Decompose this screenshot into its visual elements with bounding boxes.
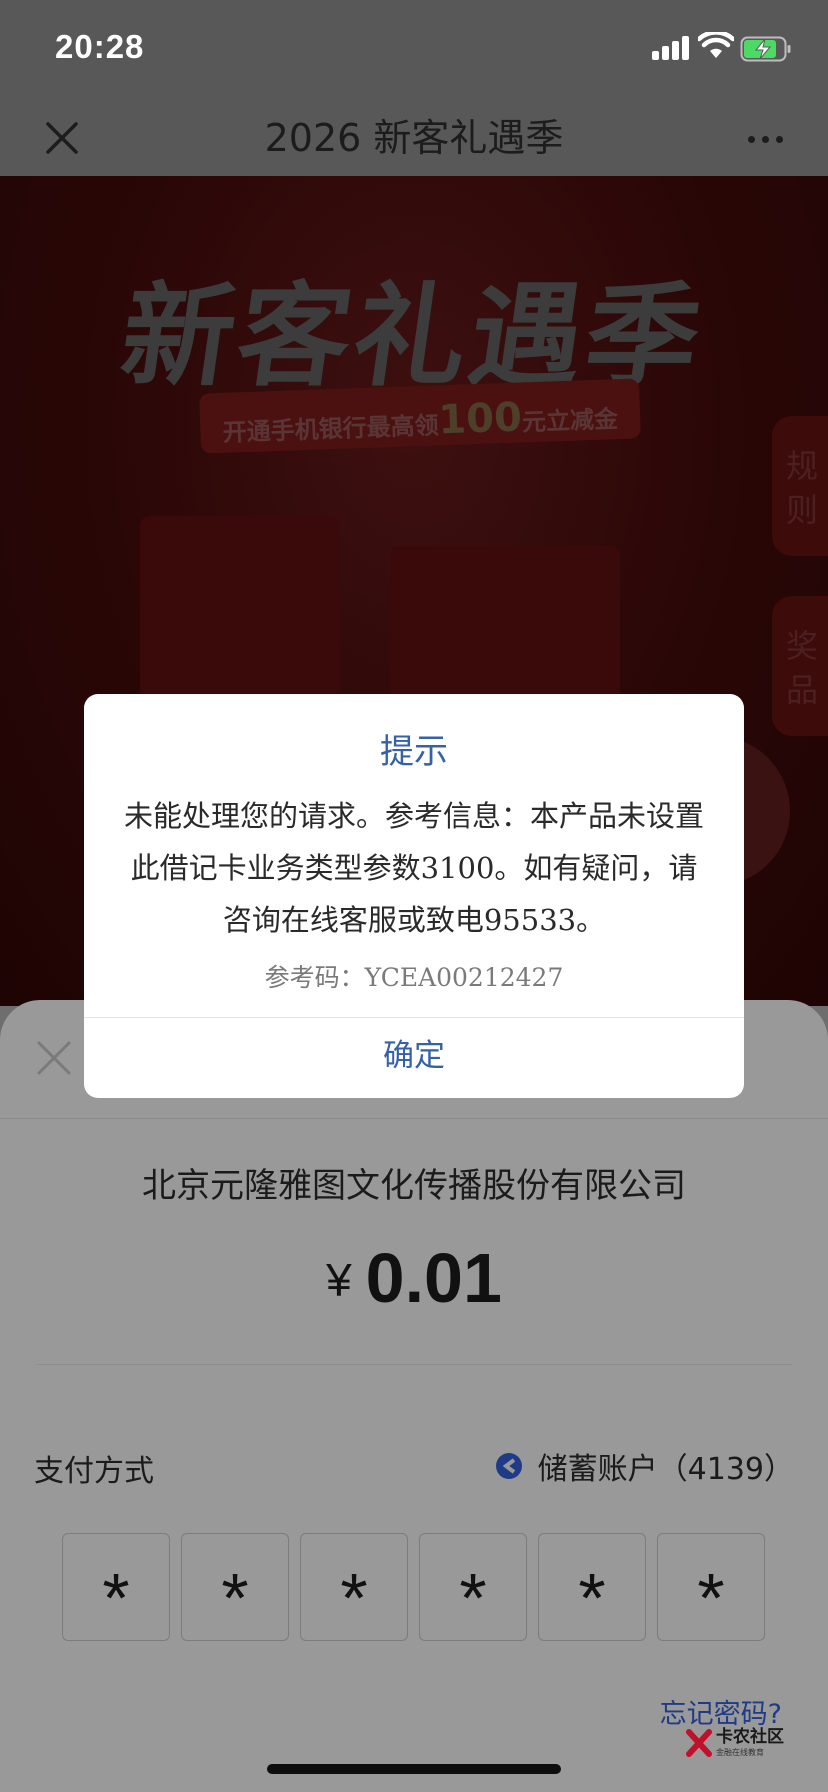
pin-digit-box[interactable]: *	[300, 1533, 408, 1641]
merchant-name: 北京元隆雅图文化传播股份有限公司	[142, 1166, 686, 1206]
wifi-icon	[698, 32, 734, 58]
pin-digit-box[interactable]: *	[181, 1533, 289, 1641]
payment-account-selector[interactable]: 储蓄账户（4139）	[494, 1444, 794, 1488]
status-bar: 20:28	[0, 0, 828, 100]
watermark-logo: 卡农社区 金融在线教育	[686, 1727, 796, 1761]
confirm-button[interactable]: 确定	[84, 1018, 744, 1098]
payment-sheet: 北京元隆雅图文化传播股份有限公司 ¥0.01 支付方式 储蓄账户（4139） *…	[0, 1000, 828, 1792]
password-input[interactable]: * * * * * *	[62, 1533, 766, 1641]
forgot-password-link[interactable]: 忘记密码?	[660, 1692, 782, 1731]
dialog-reference-code: 参考码：YCEA00212427	[264, 963, 564, 992]
pin-digit-box[interactable]: *	[657, 1533, 765, 1641]
payment-method-label: 支付方式	[34, 1454, 154, 1489]
more-options-icon[interactable]	[744, 118, 788, 158]
prizes-tab[interactable]: 奖品	[772, 596, 828, 736]
payment-amount: ¥0.01	[0, 1238, 828, 1318]
amount-value: 0.01	[365, 1239, 502, 1317]
watermark-name: 卡农社区	[716, 1727, 784, 1747]
dialog-message: 未能处理您的请求。参考信息：本产品未设置此借记卡业务类型参数3100。如有疑问，…	[123, 799, 704, 937]
payment-account: 储蓄账户（4139）	[537, 1452, 794, 1487]
navigation-bar: 2026 新客礼遇季	[0, 100, 828, 176]
status-time: 20:28	[55, 28, 145, 65]
watermark-icon	[686, 1729, 712, 1757]
banner-subtitle-amount: 100	[437, 394, 523, 444]
banner-subtitle-post: 元立减金	[521, 405, 619, 437]
close-icon[interactable]	[36, 1040, 72, 1076]
page-title: 2026 新客礼遇季	[264, 116, 564, 160]
pin-digit-box[interactable]: *	[538, 1533, 646, 1641]
watermark-tagline: 金融在线教育	[716, 1748, 764, 1757]
home-indicator[interactable]	[267, 1764, 561, 1774]
rules-tab[interactable]: 规则	[772, 416, 828, 556]
gift-box-image	[140, 516, 340, 716]
banner-title: 新客礼遇季	[113, 272, 712, 402]
battery-charging-icon	[740, 36, 791, 62]
alert-dialog: 提示 未能处理您的请求。参考信息：本产品未设置此借记卡业务类型参数3100。如有…	[84, 694, 744, 1098]
divider	[0, 1118, 828, 1119]
pin-digit-box[interactable]: *	[62, 1533, 170, 1641]
banner-subtitle-pre: 开通手机银行最高领	[222, 411, 440, 447]
divider	[36, 1364, 792, 1365]
currency-symbol: ¥	[326, 1254, 352, 1306]
cellular-signal-icon	[652, 36, 692, 60]
dialog-title: 提示	[380, 732, 448, 772]
bank-logo-icon	[495, 1453, 522, 1479]
pin-digit-box[interactable]: *	[419, 1533, 527, 1641]
banner-subtitle: 开通手机银行最高领100元立减金	[200, 390, 641, 451]
